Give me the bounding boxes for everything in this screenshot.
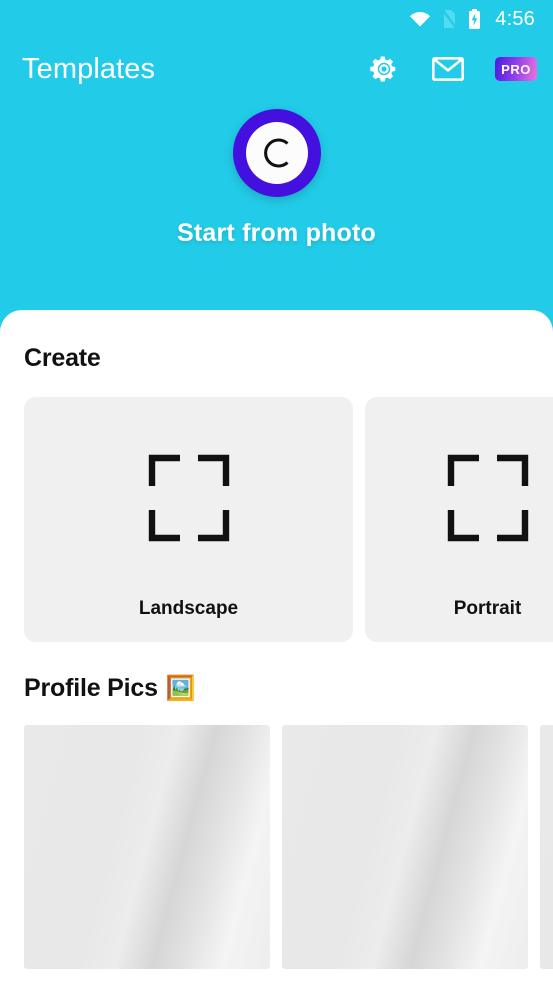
create-card-portrait[interactable]: Portrait [365, 397, 553, 642]
page-title: Templates [22, 52, 156, 85]
pro-badge[interactable]: PRO [495, 57, 537, 81]
thumbnail-placeholder[interactable] [540, 725, 553, 969]
app-bar-actions: PRO [367, 52, 537, 86]
profile-pics-thumbnails-row[interactable] [0, 703, 553, 969]
battery-charging-icon [468, 8, 481, 30]
crop-frame-icon [443, 397, 533, 598]
crop-frame-icon [144, 397, 234, 598]
create-card-label: Portrait [453, 598, 522, 619]
wifi-icon [409, 11, 431, 27]
app-bar: Templates PRO [0, 38, 553, 100]
status-bar: 4:56 [0, 0, 553, 38]
hero-label: Start from photo [176, 219, 376, 247]
create-card-landscape[interactable]: Landscape [24, 397, 353, 642]
create-card-label: Landscape [138, 598, 239, 619]
content-sheet: Create Landscape Portrait Profile Pics 🖼… [0, 310, 553, 983]
status-bar-time: 4:56 [495, 7, 535, 30]
app-logo-icon [245, 122, 308, 184]
framed-picture-icon: 🖼️ [165, 674, 196, 702]
gear-icon[interactable] [367, 52, 401, 86]
no-sim-icon [442, 9, 458, 29]
create-section-title: Create [24, 344, 101, 372]
thumbnail-placeholder[interactable] [24, 725, 270, 969]
hero-section: Start from photo [0, 100, 553, 285]
thumbnail-placeholder[interactable] [282, 725, 528, 969]
profile-pics-section-title: Profile Pics 🖼️ [0, 642, 553, 703]
profile-pics-label: Profile Pics [24, 674, 158, 702]
app-screen: 4:56 Templates PRO Start from photo Crea… [0, 0, 553, 983]
start-from-photo-button[interactable] [232, 109, 321, 197]
envelope-icon[interactable] [431, 52, 465, 86]
create-cards-row[interactable]: Landscape Portrait [0, 373, 553, 642]
